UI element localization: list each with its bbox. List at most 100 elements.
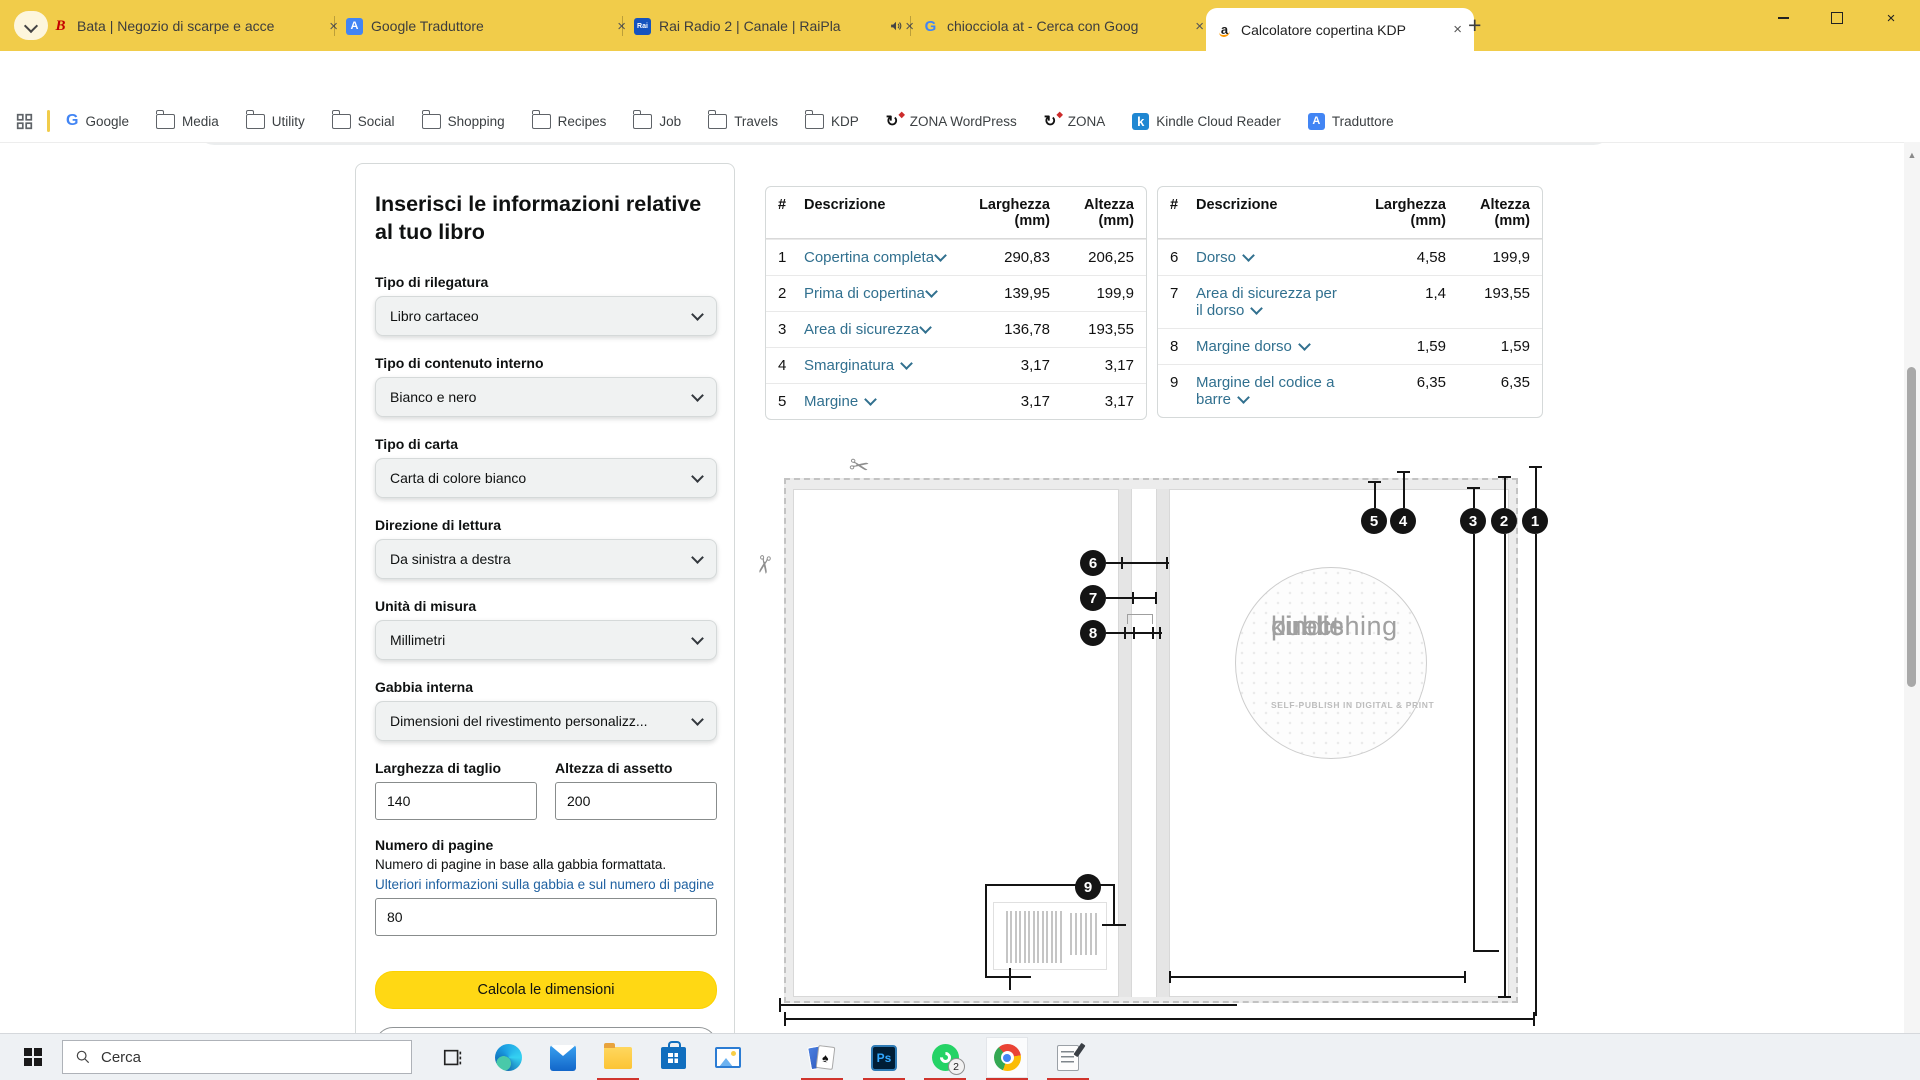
window-maximize-button[interactable] [1810, 0, 1864, 36]
header-width: Larghezza (mm) [954, 197, 1050, 229]
task-view-button[interactable] [432, 1037, 474, 1078]
window-close-button[interactable]: × [1864, 0, 1918, 36]
bookmark-folder-kdp[interactable]: KDP [805, 114, 859, 129]
bookmark-label: ZONA WordPress [910, 114, 1017, 129]
window-minimize-button[interactable] [1756, 0, 1810, 36]
taskbar-search-input[interactable]: Cerca [62, 1040, 412, 1074]
edge-icon [495, 1044, 522, 1071]
bookmark-folder-shopping[interactable]: Shopping [422, 114, 505, 129]
bookmark-folder-job[interactable]: Job [633, 114, 681, 129]
trim-width-input[interactable]: 140 [375, 782, 537, 820]
interior-trim-select[interactable]: Dimensioni del rivestimento personalizz.… [375, 701, 717, 741]
row-height: 199,9 [1446, 249, 1530, 266]
scroll-up-icon[interactable]: ▲ [1904, 142, 1920, 160]
taskbar-chrome-active[interactable] [986, 1037, 1028, 1078]
field-label: Larghezza di taglio [375, 760, 537, 776]
close-icon[interactable]: × [1193, 18, 1206, 35]
chevron-down-icon[interactable] [1250, 302, 1263, 315]
bookmark-google[interactable]: GGoogle [66, 112, 129, 130]
taskbar-photos[interactable] [707, 1037, 749, 1078]
row-desc-link[interactable]: Area di sicurezza [804, 321, 954, 338]
field-measurement-unit: Unità di misura Millimetri [375, 598, 717, 660]
tab-google-search[interactable]: G chiocciola at - Cerca con Goog × [912, 7, 1216, 45]
chevron-down-icon[interactable] [1237, 391, 1250, 404]
taskbar-notes[interactable] [1047, 1037, 1089, 1078]
row-desc-link[interactable]: Dorso [1196, 249, 1350, 266]
reading-direction-select[interactable]: Da sinistra a destra [375, 539, 717, 579]
chevron-down-icon[interactable] [864, 393, 877, 406]
bookmark-folder-media[interactable]: Media [156, 114, 219, 129]
measure-cap [1368, 481, 1381, 483]
new-tab-button[interactable]: + [1468, 12, 1481, 38]
binding-type-select[interactable]: Libro cartaceo [375, 296, 717, 336]
rai-favicon: Rai [634, 18, 651, 35]
chevron-down-icon[interactable] [1242, 249, 1255, 262]
row-num: 6 [1170, 249, 1196, 266]
row-width: 3,17 [954, 393, 1050, 410]
chevron-down-icon[interactable] [919, 321, 932, 334]
tab-title: chiocciola at - Cerca con Goog [947, 18, 1185, 34]
browser-toolbar: ← → kdp.amazon.com/cover-calculator ★ ⋮ [0, 51, 1920, 100]
bookmark-traduttore[interactable]: ATraduttore [1308, 113, 1394, 130]
desc-text: Prima di copertina [804, 285, 925, 302]
taskbar-photoshop[interactable]: Ps [863, 1037, 905, 1078]
table-row: 7 Area di sicurezza per il dorso 1,4 193… [1158, 275, 1542, 328]
bookmark-zona[interactable]: ↻◆ZONA [1044, 113, 1106, 130]
tab-kdp-calculator-active[interactable]: a Calcolatore copertina KDP × [1206, 8, 1474, 51]
page-count-input[interactable]: 80 [375, 898, 717, 936]
calculate-button[interactable]: Calcola le dimensioni [375, 971, 717, 1009]
taskbar-edge[interactable] [487, 1037, 529, 1078]
chevron-down-icon [691, 389, 704, 402]
bookmark-folder-travels[interactable]: Travels [708, 114, 778, 129]
zona-icon: ↻◆ [1044, 113, 1061, 130]
measure-bracket [1127, 614, 1153, 624]
bookmark-label: Utility [272, 114, 305, 129]
translate-icon: A [1308, 113, 1325, 130]
tab-google-traduttore[interactable]: A Google Traduttore × [336, 7, 638, 45]
row-desc-link[interactable]: Copertina completa [804, 249, 954, 266]
apps-grid-icon[interactable] [16, 113, 33, 130]
trim-height-input[interactable]: 200 [555, 782, 717, 820]
bookmark-zona-wordpress[interactable]: ↻◆ZONA WordPress [886, 113, 1017, 130]
amazon-favicon: a [1216, 21, 1233, 38]
chevron-down-icon[interactable] [900, 357, 913, 370]
row-height: 193,55 [1446, 285, 1530, 302]
measure-line [1504, 534, 1506, 998]
paper-type-select[interactable]: Carta di colore bianco [375, 458, 717, 498]
field-label: Unità di misura [375, 598, 717, 614]
bookmark-folder-utility[interactable]: Utility [246, 114, 305, 129]
row-desc-link[interactable]: Margine del codice a barre [1196, 374, 1350, 408]
search-icon [75, 1049, 91, 1065]
page-scrollbar[interactable]: ▲ [1904, 142, 1920, 1033]
interior-type-select[interactable]: Bianco e nero [375, 377, 717, 417]
chevron-down-icon[interactable] [925, 285, 938, 298]
row-desc-link[interactable]: Area di sicurezza per il dorso [1196, 285, 1350, 319]
taskbar-store[interactable] [652, 1037, 694, 1078]
tab-rai-radio[interactable]: Rai Rai Radio 2 | Canale | RaiPla × [624, 7, 926, 45]
taskbar-solitaire[interactable]: ♠ [801, 1037, 843, 1078]
chevron-down-icon [24, 18, 38, 32]
bookmark-kindle-cloud-reader[interactable]: kKindle Cloud Reader [1132, 113, 1281, 130]
tab-bata[interactable]: B Bata | Negozio di scarpe e acce × [42, 7, 350, 45]
page-count-info-link[interactable]: Ulteriori informazioni sulla gabbia e su… [375, 875, 717, 895]
row-desc-link[interactable]: Margine [804, 393, 954, 410]
tab-audio-icon[interactable] [889, 19, 903, 33]
scrollbar-thumb[interactable] [1907, 367, 1916, 687]
tab-separator [334, 16, 335, 36]
chevron-down-icon[interactable] [1298, 338, 1311, 351]
chevron-down-icon[interactable] [934, 249, 947, 262]
page-count-group: Numero di pagine Numero di pagine in bas… [375, 837, 717, 936]
taskbar-mail[interactable] [542, 1037, 584, 1078]
start-button[interactable] [24, 1048, 42, 1066]
taskbar-file-explorer[interactable] [597, 1037, 639, 1078]
row-desc-link[interactable]: Prima di copertina [804, 285, 954, 302]
row-desc-link[interactable]: Smarginatura [804, 357, 954, 374]
close-icon[interactable]: × [1451, 21, 1464, 38]
bookmark-folder-social[interactable]: Social [332, 114, 395, 129]
bookmark-folder-recipes[interactable]: Recipes [532, 114, 607, 129]
row-desc-link[interactable]: Margine dorso [1196, 338, 1350, 355]
callout-8: 8 [1080, 620, 1106, 646]
photoshop-icon: Ps [871, 1045, 897, 1071]
taskbar-whatsapp[interactable]: 2 [924, 1037, 966, 1078]
measurement-unit-select[interactable]: Millimetri [375, 620, 717, 660]
